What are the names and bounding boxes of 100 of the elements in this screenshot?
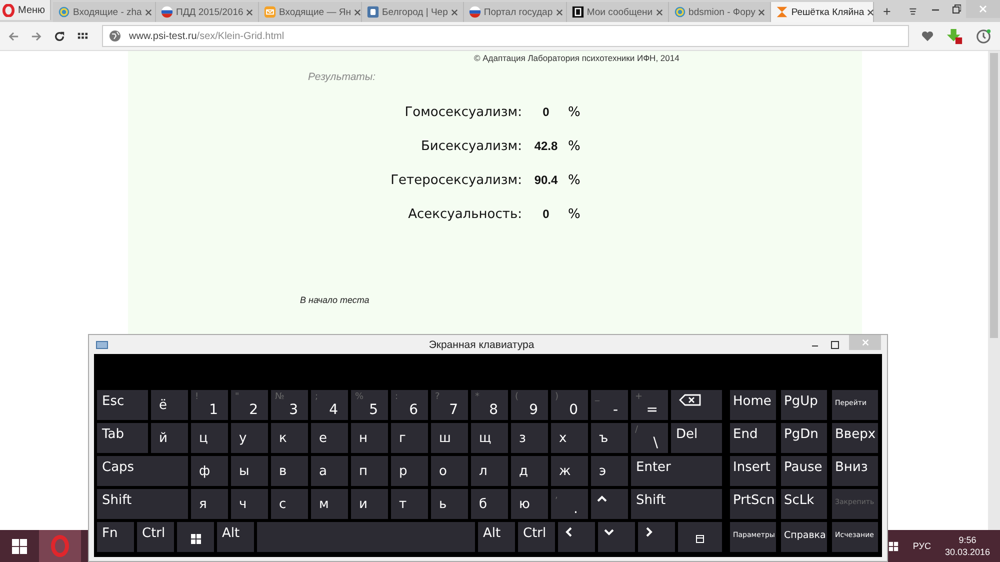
key[interactable]: г: [391, 423, 428, 453]
key[interactable]: у: [231, 423, 268, 453]
key[interactable]: щ: [471, 423, 508, 453]
download-icon[interactable]: [946, 28, 963, 44]
key[interactable]: Shift: [631, 489, 722, 519]
close-icon[interactable]: [867, 8, 874, 16]
start-icon[interactable]: [12, 538, 27, 554]
up-arrow-key[interactable]: [591, 489, 628, 519]
key[interactable]: я: [191, 489, 228, 519]
close-icon[interactable]: [144, 8, 152, 16]
reload-icon[interactable]: [54, 30, 65, 42]
forward-icon[interactable]: [31, 30, 42, 42]
key[interactable]: Справка: [781, 522, 827, 552]
key[interactable]: ScLk: [781, 489, 827, 519]
close-icon[interactable]: [354, 8, 361, 16]
key[interactable]: а: [311, 456, 348, 486]
key[interactable]: ж: [551, 456, 588, 486]
key[interactable]: ч: [231, 489, 268, 519]
key[interactable]: , .: [551, 489, 588, 519]
key[interactable]: End: [730, 423, 776, 453]
key[interactable]: р: [391, 456, 428, 486]
key[interactable]: ь: [431, 489, 468, 519]
browser-tab[interactable]: ПДД 2015/2016: [156, 2, 260, 22]
key[interactable]: PgUp: [781, 390, 827, 420]
key[interactable]: Ctrl: [137, 522, 174, 552]
close-icon[interactable]: [556, 8, 563, 16]
restart-link[interactable]: В начало теста: [300, 295, 370, 305]
close-icon[interactable]: [246, 8, 254, 16]
key[interactable]: й: [151, 423, 188, 453]
clock[interactable]: 9:56 30.03.2016: [944, 534, 990, 558]
key[interactable]: Del: [671, 423, 722, 453]
close-icon[interactable]: [758, 8, 766, 16]
language-indicator[interactable]: РУС: [912, 541, 931, 551]
key[interactable]: ? 7: [431, 390, 468, 420]
key[interactable]: и: [351, 489, 388, 519]
key[interactable]: Pause: [781, 456, 827, 486]
key[interactable]: б: [471, 489, 508, 519]
key[interactable]: м: [311, 489, 348, 519]
key[interactable]: Home: [730, 390, 776, 420]
clock-icon[interactable]: [975, 28, 992, 44]
key[interactable]: з: [511, 423, 548, 453]
key[interactable]: ( 9: [511, 390, 548, 420]
restore-icon[interactable]: [951, 4, 961, 14]
key[interactable]: _ -: [591, 390, 628, 420]
key[interactable]: PrtScn: [730, 489, 776, 519]
key[interactable]: ъ: [591, 423, 628, 453]
key[interactable]: : 6: [391, 390, 428, 420]
address-field[interactable]: www.psi-test.ru/sex/Klein-Grid.html: [102, 25, 909, 47]
key[interactable]: о: [431, 456, 468, 486]
backspace-key[interactable]: [671, 390, 722, 420]
key[interactable]: ё: [151, 390, 188, 420]
key[interactable]: Alt: [217, 522, 254, 552]
key[interactable]: Insert: [730, 456, 776, 486]
key[interactable]: Ctrl: [518, 522, 555, 552]
browser-tab[interactable]: Портал государ: [464, 2, 567, 22]
key[interactable]: % 5: [351, 390, 388, 420]
browser-tab[interactable]: Мои сообщени: [566, 2, 669, 22]
key[interactable]: Tab: [97, 423, 148, 453]
key[interactable]: к: [271, 423, 308, 453]
key[interactable]: х: [551, 423, 588, 453]
plus-icon[interactable]: [883, 6, 892, 16]
close-icon[interactable]: [450, 8, 458, 16]
key[interactable]: э: [591, 456, 628, 486]
scrollbar[interactable]: [988, 51, 1000, 530]
key[interactable]: ф: [191, 456, 228, 486]
key[interactable]: + =: [631, 390, 668, 420]
menu-button[interactable]: Меню: [0, 0, 52, 20]
close-icon[interactable]: [656, 8, 663, 16]
back-icon[interactable]: [8, 30, 19, 42]
key[interactable]: в: [271, 456, 308, 486]
key[interactable]: с: [271, 489, 308, 519]
key[interactable]: PgDn: [781, 423, 827, 453]
key[interactable]: * 8: [471, 390, 508, 420]
key[interactable]: ; 4: [311, 390, 348, 420]
key[interactable]: д: [511, 456, 548, 486]
browser-tab[interactable]: Белгород | Чер: [362, 2, 464, 22]
maximize-icon[interactable]: [830, 340, 840, 350]
key[interactable]: т: [391, 489, 428, 519]
browser-tab[interactable]: bdsmion - Фору: [668, 2, 772, 22]
grid-icon[interactable]: [77, 30, 88, 42]
key[interactable]: Shift: [97, 489, 188, 519]
key[interactable]: Fn: [97, 522, 134, 552]
key[interactable]: е: [311, 423, 348, 453]
key[interactable]: Вниз: [832, 456, 878, 486]
key[interactable]: ы: [231, 456, 268, 486]
key[interactable]: ш: [431, 423, 468, 453]
key[interactable]: ) 0: [551, 390, 588, 420]
key[interactable]: № 3: [271, 390, 308, 420]
left-arrow-key[interactable]: [558, 522, 595, 552]
browser-tab[interactable]: Входящие - zha: [53, 2, 156, 22]
keyboard-tray-icon[interactable]: [888, 540, 899, 552]
key[interactable]: " 2: [231, 390, 268, 420]
key[interactable]: Enter: [631, 456, 722, 486]
key[interactable]: н: [351, 423, 388, 453]
key[interactable]: Esc: [97, 390, 148, 420]
key[interactable]: п: [351, 456, 388, 486]
key[interactable]: Alt: [478, 522, 515, 552]
down-arrow-key[interactable]: [598, 522, 635, 552]
key[interactable]: Вверх: [832, 423, 878, 453]
key[interactable]: Caps: [97, 456, 188, 486]
